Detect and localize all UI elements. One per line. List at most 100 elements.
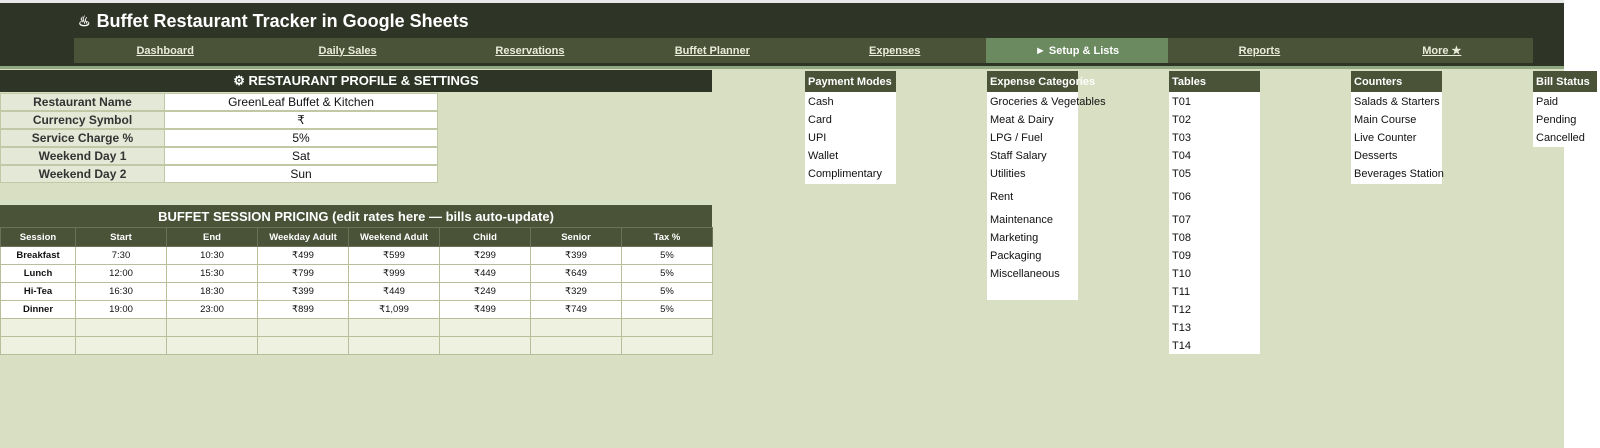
tab-reservations[interactable]: Reservations — [439, 38, 621, 63]
profile-value-cell[interactable]: Sun — [165, 165, 438, 183]
profile-value-cell[interactable]: Sat — [165, 147, 438, 165]
list-item[interactable]: Utilities — [990, 168, 1025, 180]
table-cell[interactable] — [530, 318, 622, 337]
table-cell[interactable]: ₹449 — [439, 264, 531, 283]
table-cell[interactable]: ₹799 — [257, 264, 349, 283]
table-cell[interactable]: 15:30 — [166, 264, 258, 283]
list-item[interactable]: Salads & Starters — [1354, 96, 1440, 108]
list-item[interactable]: T12 — [1172, 304, 1191, 316]
table-cell[interactable]: ₹299 — [439, 246, 531, 265]
table-cell[interactable] — [439, 318, 531, 337]
table-cell[interactable] — [530, 336, 622, 355]
tab-dashboard[interactable]: Dashboard — [74, 38, 256, 63]
list-item[interactable]: LPG / Fuel — [990, 132, 1043, 144]
table-cell[interactable]: 19:00 — [75, 300, 167, 319]
table-cell[interactable]: 5% — [621, 246, 713, 265]
tab-buffet-planner[interactable]: Buffet Planner — [621, 38, 803, 63]
list-item[interactable]: T06 — [1172, 191, 1191, 203]
profile-value-cell[interactable]: 5% — [165, 129, 438, 147]
list-item[interactable]: Cancelled — [1536, 132, 1585, 144]
table-cell[interactable]: ₹449 — [348, 282, 440, 301]
tab-expenses[interactable]: Expenses — [804, 38, 986, 63]
list-item[interactable]: Meat & Dairy — [990, 114, 1054, 126]
list-item[interactable]: T11 — [1172, 286, 1190, 298]
table-cell[interactable]: ₹1,099 — [348, 300, 440, 319]
table-cell[interactable] — [348, 318, 440, 337]
table-cell[interactable]: 5% — [621, 282, 713, 301]
list-item[interactable]: T03 — [1172, 132, 1191, 144]
tab-more[interactable]: More ★ — [1351, 38, 1533, 63]
table-row-empty — [0, 336, 713, 355]
table-cell[interactable]: ₹899 — [257, 300, 349, 319]
list-item[interactable]: T09 — [1172, 250, 1191, 262]
list-item[interactable]: T05 — [1172, 168, 1191, 180]
table-cell[interactable]: Lunch — [0, 264, 76, 283]
profile-key: Service Charge % — [0, 129, 165, 147]
table-cell[interactable] — [257, 318, 349, 337]
table-cell[interactable]: 10:30 — [166, 246, 258, 265]
table-cell[interactable] — [75, 336, 167, 355]
list-item[interactable]: Pending — [1536, 114, 1576, 126]
list-item[interactable]: T01 — [1172, 96, 1191, 108]
table-cell[interactable]: ₹749 — [530, 300, 622, 319]
table-cell[interactable]: 5% — [621, 264, 713, 283]
table-cell[interactable]: ₹249 — [439, 282, 531, 301]
table-cell[interactable]: 23:00 — [166, 300, 258, 319]
list-item[interactable]: T04 — [1172, 150, 1191, 162]
list-item[interactable]: Card — [808, 114, 832, 126]
list-item[interactable]: T13 — [1172, 322, 1191, 334]
list-item[interactable]: T02 — [1172, 114, 1191, 126]
table-cell[interactable]: ₹499 — [257, 246, 349, 265]
table-cell[interactable] — [348, 336, 440, 355]
tab-reports[interactable]: Reports — [1168, 38, 1350, 63]
list-item[interactable]: T07 — [1172, 214, 1191, 226]
table-cell[interactable]: ₹399 — [530, 246, 622, 265]
table-cell[interactable] — [439, 336, 531, 355]
table-cell[interactable] — [166, 336, 258, 355]
table-cell[interactable] — [75, 318, 167, 337]
list-item[interactable]: Cash — [808, 96, 834, 108]
list-item[interactable]: UPI — [808, 132, 826, 144]
table-cell[interactable]: ₹599 — [348, 246, 440, 265]
table-cell[interactable]: Hi-Tea — [0, 282, 76, 301]
table-cell[interactable]: ₹649 — [530, 264, 622, 283]
table-cell[interactable]: ₹329 — [530, 282, 622, 301]
table-cell[interactable]: ₹399 — [257, 282, 349, 301]
list-item[interactable]: Miscellaneous — [990, 268, 1060, 280]
table-cell[interactable] — [257, 336, 349, 355]
list-item[interactable]: Complimentary — [808, 168, 882, 180]
list-item[interactable]: Paid — [1536, 96, 1558, 108]
list-item[interactable]: Marketing — [990, 232, 1038, 244]
list-item[interactable]: Beverages Station — [1354, 168, 1444, 180]
list-item[interactable]: T14 — [1172, 340, 1191, 352]
profile-value-cell[interactable]: GreenLeaf Buffet & Kitchen — [165, 93, 438, 111]
list-item[interactable]: Live Counter — [1354, 132, 1416, 144]
table-cell[interactable]: 16:30 — [75, 282, 167, 301]
table-cell[interactable] — [166, 318, 258, 337]
list-item[interactable]: Desserts — [1354, 150, 1397, 162]
table-cell[interactable]: 12:00 — [75, 264, 167, 283]
tab-setup-lists[interactable]: ► Setup & Lists — [985, 38, 1169, 63]
table-cell[interactable]: Breakfast — [0, 246, 76, 265]
table-cell[interactable] — [621, 318, 713, 337]
table-cell[interactable] — [0, 336, 76, 355]
table-cell[interactable] — [621, 336, 713, 355]
tab-daily-sales[interactable]: Daily Sales — [256, 38, 438, 63]
profile-value-cell[interactable]: ₹ — [165, 111, 438, 129]
list-item[interactable]: Rent — [990, 191, 1013, 203]
list-item[interactable]: Staff Salary — [990, 150, 1047, 162]
table-cell[interactable] — [0, 318, 76, 337]
list-item[interactable]: T08 — [1172, 232, 1191, 244]
list-item[interactable]: Main Course — [1354, 114, 1416, 126]
list-item[interactable]: Wallet — [808, 150, 838, 162]
table-cell[interactable]: ₹499 — [439, 300, 531, 319]
table-cell[interactable]: 5% — [621, 300, 713, 319]
table-cell[interactable]: ₹999 — [348, 264, 440, 283]
list-item[interactable]: T10 — [1172, 268, 1191, 280]
list-item[interactable]: Packaging — [990, 250, 1041, 262]
table-cell[interactable]: 7:30 — [75, 246, 167, 265]
table-cell[interactable]: 18:30 — [166, 282, 258, 301]
list-item[interactable]: Groceries & Vegetables — [990, 96, 1106, 108]
table-cell[interactable]: Dinner — [0, 300, 76, 319]
list-item[interactable]: Maintenance — [990, 214, 1053, 226]
